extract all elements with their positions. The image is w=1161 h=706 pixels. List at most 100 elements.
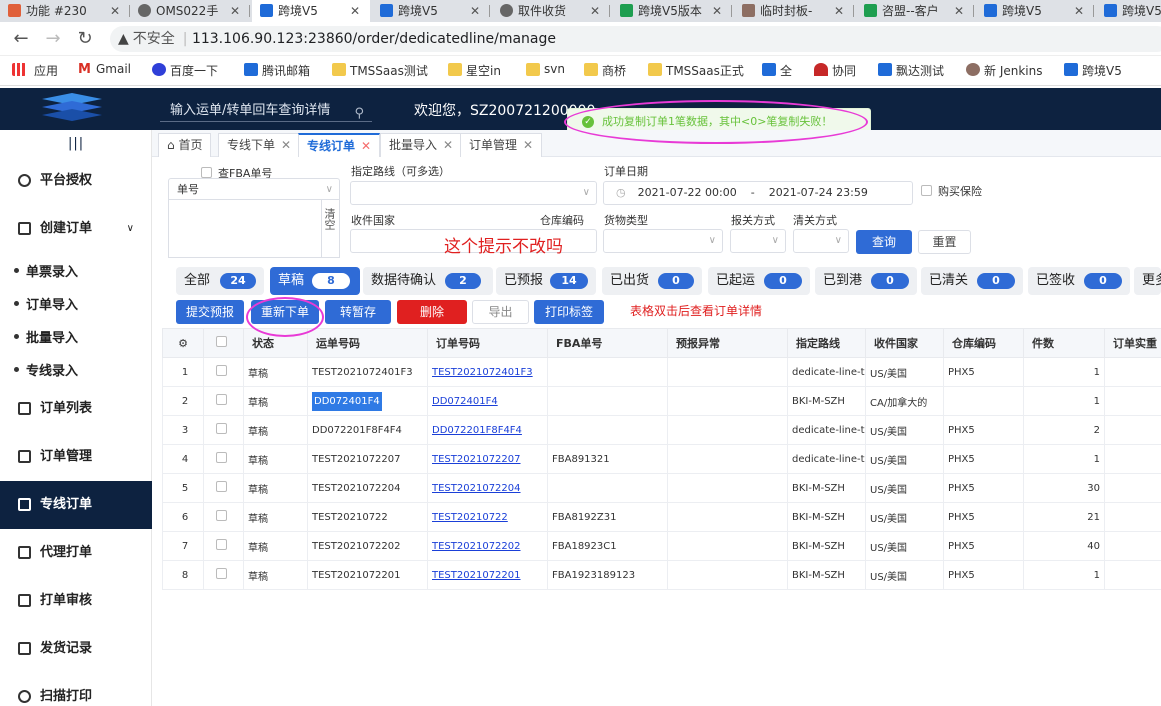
row-checkbox[interactable] [216,452,227,463]
row-checkbox[interactable] [216,394,227,405]
order-link[interactable]: TEST2021072201 [427,560,548,590]
bookmark-item[interactable]: 百度一下 [152,62,218,79]
goods-type-select[interactable]: ∨ [603,229,723,253]
column-header[interactable]: 仓库编码 [943,328,1024,358]
bookmark-item[interactable]: TMSSaas正式 [648,62,744,79]
sidebar-item-scan-print[interactable]: 扫描打印 [0,673,152,706]
row-checkbox[interactable] [216,481,227,492]
row-checkbox-cell[interactable] [203,531,244,561]
column-header[interactable]: 订单实重 [1104,328,1161,358]
sidebar-item-shipping-records[interactable]: 发货记录 [0,625,152,673]
order-numbers-textarea[interactable] [168,199,322,258]
order-link[interactable]: TEST20210722 [427,502,548,532]
bookmark-item[interactable]: 腾讯邮箱 [244,62,310,79]
order-link[interactable]: DD072201F8F4F4 [427,415,548,445]
sidebar-item-order-manage[interactable]: 订单管理 [0,433,152,481]
row-checkbox[interactable] [216,365,227,376]
close-icon[interactable]: ✕ [110,0,120,22]
browser-tab[interactable]: OMS022手 ✕ [130,0,250,22]
row-checkbox-cell[interactable] [203,473,244,503]
browser-tab[interactable]: 临时封板- ✕ [734,0,854,22]
table-row[interactable]: 7 草稿 TEST2021072202 TEST2021072202 FBA18923C… [162,531,1161,561]
order-link[interactable]: TEST2021072202 [427,531,548,561]
forward-icon[interactable]: → [42,28,64,49]
bookmark-item[interactable]: 应用 [12,62,58,79]
row-checkbox-cell[interactable] [203,357,244,387]
status-tab-more[interactable]: 更多 [1134,267,1161,295]
browser-tab[interactable]: 跨境V5版本 ✕ [612,0,732,22]
bookmark-item[interactable]: TMSSaas测试 [332,62,428,79]
back-icon[interactable]: ← [10,28,32,49]
column-header[interactable]: 收件国家 [865,328,944,358]
search-icon[interactable]: ⚲ [354,101,364,127]
row-checkbox-cell[interactable] [203,444,244,474]
row-checkbox[interactable] [216,510,227,521]
export-button[interactable]: 导出 [472,300,529,324]
close-icon[interactable]: ✕ [230,0,240,22]
customs-select[interactable]: ∨ [730,229,786,253]
bookmark-item[interactable]: 商桥 [584,62,626,79]
column-header[interactable]: 预报异常 [667,328,788,358]
url-input[interactable]: ▲ 不安全 | 113.106.90.123:23860/order/dedicat… [110,26,1161,52]
browser-tab-active[interactable]: 跨境V5 ✕ [252,0,370,22]
clear-button[interactable]: 清空 [321,199,340,258]
status-tab-arrived[interactable]: 已到港 0 [815,267,917,295]
sidebar-item-dedicated-orders[interactable]: 专线订单 [0,481,152,529]
fba-checkbox[interactable] [201,167,212,178]
status-tab-shipped[interactable]: 已出货 0 [602,267,702,295]
bookmark-item[interactable]: 飘达测试 [878,62,944,79]
close-icon[interactable]: ✕ [954,0,964,22]
row-checkbox[interactable] [216,423,227,434]
query-button[interactable]: 查询 [856,230,912,254]
tab-dedicated-orders[interactable]: 专线订单 ✕ [298,133,381,157]
sidebar-item-order-list[interactable]: 订单列表 [0,385,152,433]
table-row[interactable]: 1 草稿 TEST2021072401F3 TEST2021072401F3 dedic… [162,357,1161,387]
submit-forecast-button[interactable]: 提交预报 [176,300,244,324]
order-link[interactable]: TEST2021072207 [427,444,548,474]
sidebar-subitem-dedicated[interactable]: 专线录入 [13,360,78,379]
sidebar-subitem-batch-import[interactable]: 批量导入 [13,327,78,346]
sidebar-subitem-import[interactable]: 订单导入 [13,294,78,313]
close-icon[interactable]: ✕ [361,139,371,153]
sidebar-item-agent-print[interactable]: 代理打单 [0,529,152,577]
reset-button[interactable]: 重置 [918,230,971,254]
close-icon[interactable]: ✕ [350,0,360,22]
bookmark-item[interactable]: 协同 [814,62,856,79]
close-icon[interactable]: ✕ [470,0,480,22]
bookmark-item[interactable]: M Gmail [78,62,131,76]
browser-tab[interactable]: 功能 #230 ✕ [0,0,130,22]
reload-icon[interactable]: ↻ [74,28,96,49]
close-icon[interactable]: ✕ [443,138,453,152]
tab-dedicated-create[interactable]: 专线下单 ✕ [218,133,301,157]
search-input[interactable]: 输入运单/转单回车查询详情 ⚲ [160,98,372,122]
close-icon[interactable]: ✕ [1074,0,1084,22]
row-checkbox-cell[interactable] [203,386,244,416]
browser-tab[interactable]: 咨盟--客户 ✕ [856,0,974,22]
sidebar-item-create-order[interactable]: 创建订单 ∨ [0,205,152,253]
menu-toggle-icon[interactable]: ||| [68,136,84,151]
order-type-select[interactable]: 单号 ∨ [168,178,340,200]
column-header[interactable]: FBA单号 [547,328,668,358]
status-tab-draft[interactable]: 草稿 8 [270,267,360,295]
order-link[interactable]: DD072401F4 [427,386,548,416]
order-link[interactable]: TEST2021072204 [427,473,548,503]
column-header[interactable]: 运单号码 [307,328,428,358]
bookmark-item[interactable]: 全 [762,62,792,79]
row-checkbox[interactable] [216,568,227,579]
stash-button[interactable]: 转暂存 [325,300,391,324]
order-link[interactable]: TEST2021072401F3 [427,357,548,387]
select-all-checkbox[interactable] [216,336,227,347]
status-tab-departed[interactable]: 已起运 0 [708,267,810,295]
select-all-cell[interactable] [203,328,244,358]
browser-tab[interactable]: 跨境V5 [1096,0,1161,22]
close-icon[interactable]: ✕ [281,138,291,152]
close-icon[interactable]: ✕ [523,138,533,152]
status-tab-pending[interactable]: 数据待确认 2 [363,267,493,295]
bookmark-item[interactable]: 跨境V5 [1064,62,1122,79]
table-row[interactable]: 3 草稿 DD072201F8F4F4 DD072201F8F4F4 dedicate-… [162,415,1161,445]
close-icon[interactable]: ✕ [590,0,600,22]
status-tab-signed[interactable]: 已签收 0 [1028,267,1130,295]
clearance-select[interactable]: ∨ [793,229,849,253]
table-row[interactable]: 4 草稿 TEST2021072207 TEST2021072207 FBA891321… [162,444,1161,474]
close-icon[interactable]: ✕ [712,0,722,22]
